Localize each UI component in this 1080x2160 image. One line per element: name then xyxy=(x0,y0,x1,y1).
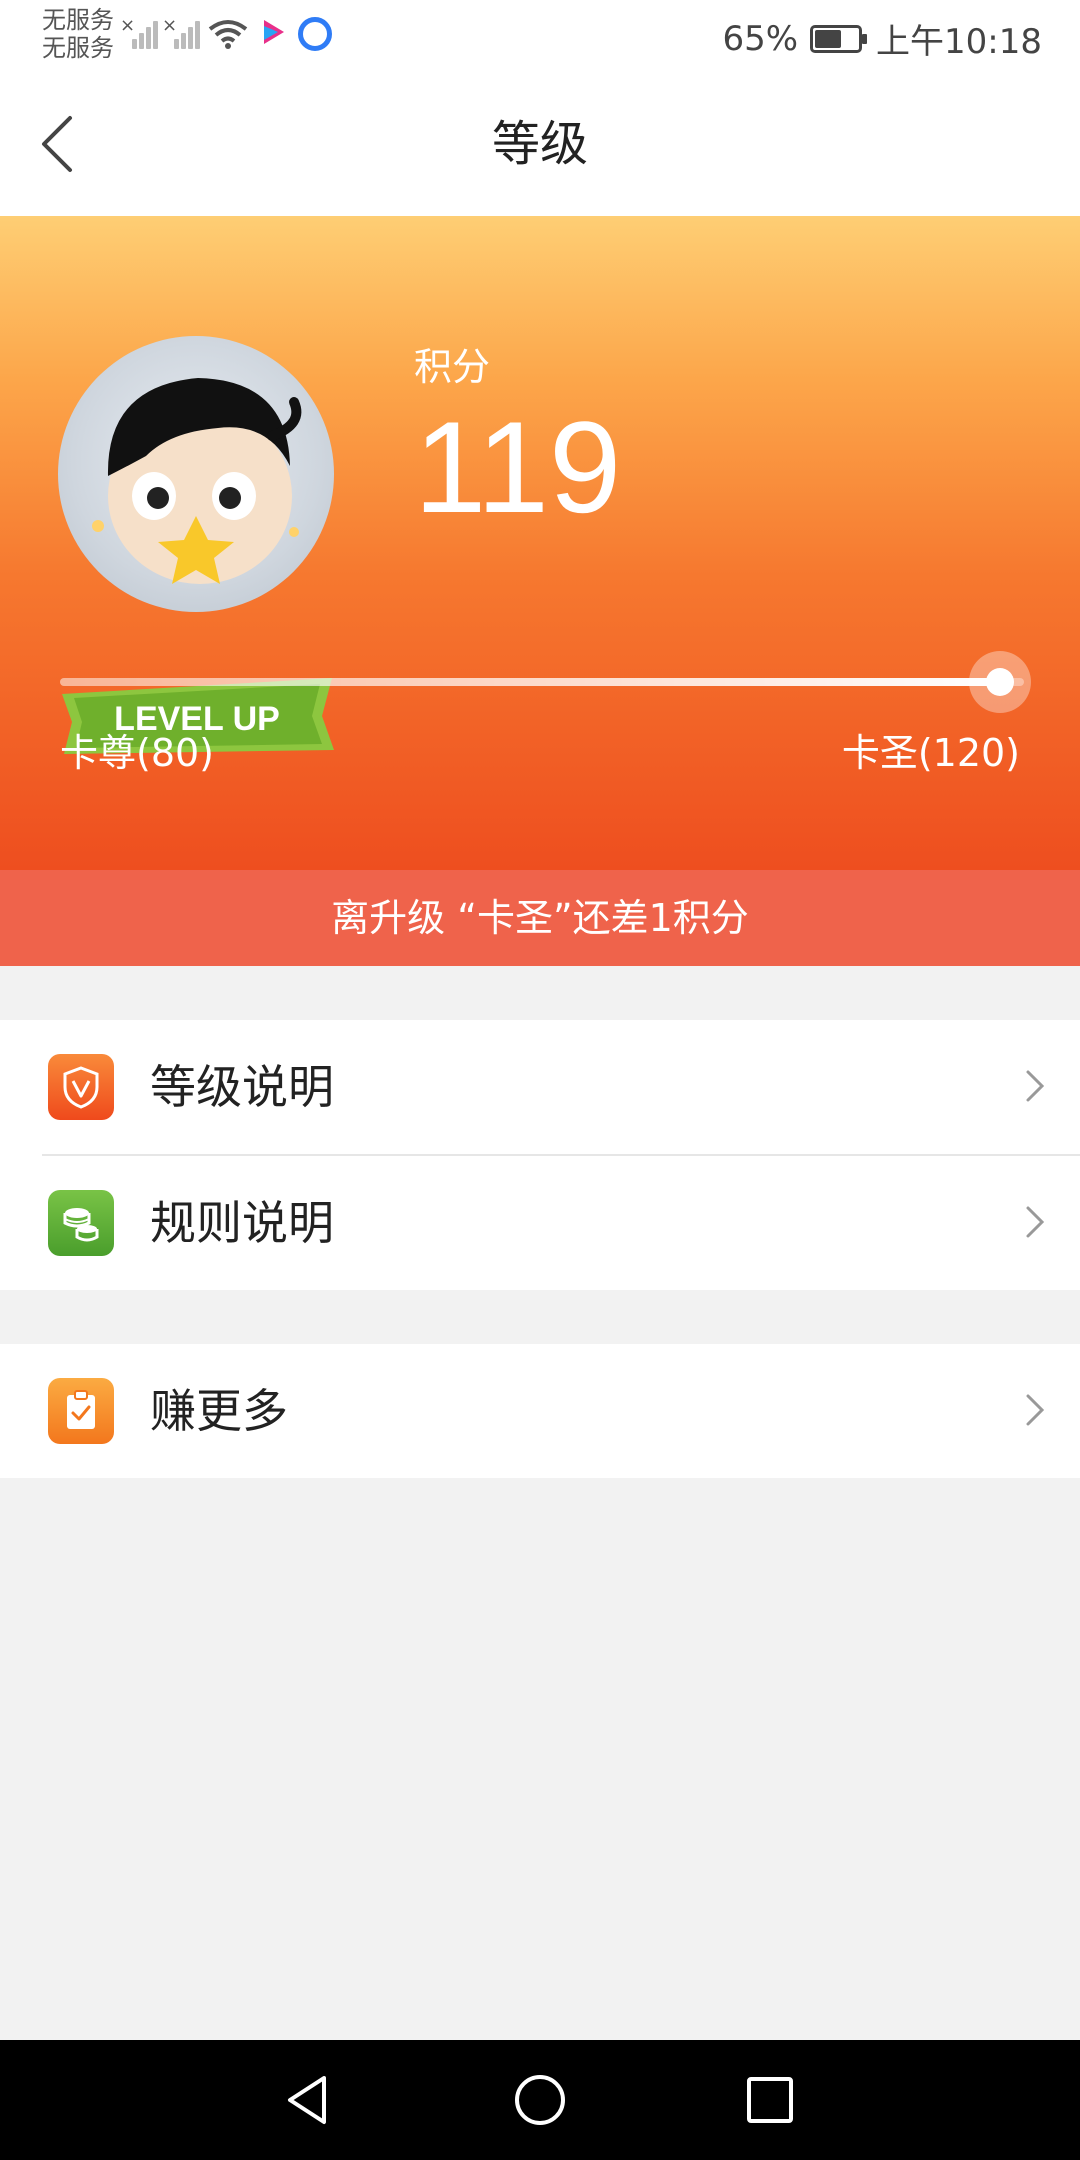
menu-item-label: 等级说明 xyxy=(150,1060,334,1114)
score-label: 积分 xyxy=(414,345,491,389)
shield-v-icon xyxy=(48,1054,114,1120)
upgrade-notice: 离升级 “卡圣”还差1积分 xyxy=(0,870,1080,966)
triangle-back-icon[interactable] xyxy=(278,2070,338,2130)
app-q-icon xyxy=(298,17,332,51)
chevron-right-icon xyxy=(1026,1394,1045,1426)
menu-group-earn: 赚更多 xyxy=(0,1344,1080,1478)
status-bar: 无服务 无服务 × × 65% 上午10:18 xyxy=(0,0,1080,72)
coins-icon xyxy=(48,1190,114,1256)
menu-item-rules-description[interactable]: 规则说明 xyxy=(0,1156,1080,1290)
carrier-2: 无服务 xyxy=(42,34,114,62)
title-bar: 等级 xyxy=(0,72,1080,216)
chevron-right-icon xyxy=(1026,1070,1045,1102)
battery-icon xyxy=(810,24,868,53)
menu-item-earn-more[interactable]: 赚更多 xyxy=(0,1344,1080,1478)
battery-percent: 65% xyxy=(722,18,799,59)
clock: 上午10:18 xyxy=(876,22,1042,62)
avatar-character-icon xyxy=(92,378,302,584)
menu-item-level-description[interactable]: 等级说明 xyxy=(0,1020,1080,1154)
back-button[interactable] xyxy=(20,106,96,182)
level-progress-fill xyxy=(60,678,1000,686)
menu-item-label: 规则说明 xyxy=(150,1196,334,1250)
wifi-icon xyxy=(208,20,248,49)
square-recents-icon[interactable] xyxy=(740,2070,800,2130)
avatar: LEVEL UP xyxy=(58,336,338,754)
circle-home-icon[interactable] xyxy=(510,2070,570,2130)
signal-1-icon: × xyxy=(120,15,158,51)
score-value: 119 xyxy=(414,394,622,540)
youku-icon xyxy=(258,18,288,50)
page-title: 等级 xyxy=(491,116,588,172)
system-nav-bar xyxy=(0,2040,1080,2160)
menu-item-label: 赚更多 xyxy=(150,1384,288,1438)
next-level-label: 卡圣(120) xyxy=(841,731,1020,775)
clipboard-check-icon xyxy=(48,1378,114,1444)
menu-group-info: 等级说明 规则说明 xyxy=(0,1020,1080,1290)
level-progress-track xyxy=(60,651,1031,713)
level-hero: LEVEL UP 积分 119 卡尊(80) 卡圣(120) xyxy=(0,216,1080,870)
chevron-right-icon xyxy=(1026,1206,1045,1238)
carrier-1: 无服务 xyxy=(42,6,114,34)
carrier-info: 无服务 无服务 xyxy=(42,6,114,62)
signal-2-icon: × xyxy=(162,15,200,51)
level-progress-knob xyxy=(968,651,1031,713)
chevron-left-icon xyxy=(42,116,72,172)
current-level-label: 卡尊(80) xyxy=(60,731,215,775)
